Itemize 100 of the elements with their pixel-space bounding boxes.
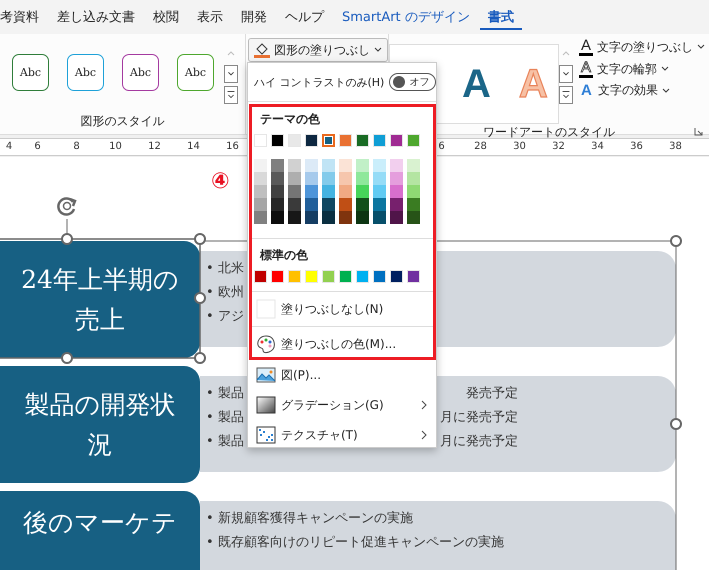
- color-swatch[interactable]: [407, 185, 420, 198]
- color-swatch[interactable]: [390, 198, 403, 211]
- bullet-text: • 欧州: [206, 284, 244, 301]
- color-swatch[interactable]: [271, 185, 284, 198]
- resize-handle[interactable]: [670, 235, 682, 247]
- color-swatch[interactable]: [305, 211, 318, 224]
- shape-title-text: 売上: [75, 304, 125, 336]
- color-swatch[interactable]: [288, 159, 301, 172]
- text-command-button[interactable]: A 文字の効果: [579, 82, 706, 99]
- ruler-number: 38: [668, 140, 683, 154]
- color-swatch[interactable]: [390, 185, 403, 198]
- color-swatch[interactable]: [288, 172, 301, 185]
- gradient-square-icon: [256, 396, 276, 414]
- color-swatch[interactable]: [254, 159, 267, 172]
- menu-item[interactable]: 塗りつぶしなし(N): [252, 296, 433, 322]
- menu-item[interactable]: テクスチャ(T): [248, 420, 436, 450]
- color-swatch[interactable]: [271, 159, 284, 172]
- color-swatch[interactable]: [254, 185, 267, 198]
- color-swatch[interactable]: [271, 211, 284, 224]
- text-command-button[interactable]: A 文字の塗りつぶし: [579, 38, 706, 56]
- color-swatch[interactable]: [373, 185, 386, 198]
- color-swatch[interactable]: [373, 211, 386, 224]
- ribbon-tab[interactable]: 差し込み文書: [49, 4, 143, 30]
- bullet-text: • 製品: [206, 409, 244, 426]
- color-swatch[interactable]: [322, 211, 335, 224]
- color-swatch[interactable]: [356, 172, 369, 185]
- color-swatch[interactable]: [305, 198, 318, 211]
- shape-title-text: 24年上半期の: [21, 264, 179, 296]
- ribbon-tab[interactable]: 開発: [233, 4, 275, 30]
- color-swatch[interactable]: [373, 198, 386, 211]
- resize-handle[interactable]: [194, 352, 206, 364]
- color-swatch[interactable]: [254, 172, 267, 185]
- color-swatch[interactable]: [322, 172, 335, 185]
- color-swatch[interactable]: [339, 172, 352, 185]
- color-swatch[interactable]: [390, 211, 403, 224]
- ribbon-tab[interactable]: 書式: [480, 4, 522, 30]
- ribbon-tab[interactable]: 表示: [189, 4, 231, 30]
- title-shape[interactable]: 後のマーケテ: [0, 491, 200, 570]
- color-swatch[interactable]: [288, 211, 301, 224]
- wordart-preset[interactable]: A: [462, 62, 491, 106]
- color-swatch[interactable]: [288, 198, 301, 211]
- caret-icon: [661, 66, 670, 72]
- shape-style-preset[interactable]: Abc: [12, 54, 49, 91]
- title-shape[interactable]: 製品の開発状 況: [0, 366, 200, 483]
- color-swatch[interactable]: [305, 185, 318, 198]
- high-contrast-toggle[interactable]: オフ: [389, 73, 436, 91]
- color-swatch[interactable]: [373, 172, 386, 185]
- color-swatch[interactable]: [322, 198, 335, 211]
- color-swatch[interactable]: [271, 172, 284, 185]
- color-swatch[interactable]: [390, 172, 403, 185]
- color-swatch[interactable]: [407, 211, 420, 224]
- ribbon-tab[interactable]: 校閲: [145, 4, 187, 30]
- more-icon[interactable]: [559, 86, 573, 104]
- color-swatch[interactable]: [356, 198, 369, 211]
- color-swatch[interactable]: [305, 172, 318, 185]
- resize-handle[interactable]: [61, 352, 73, 364]
- bullet-shape[interactable]: • 新規顧客獲得キャンペーンの実施 • 既存顧客向けのリピート促進キャンペーンの実施: [200, 501, 676, 570]
- color-swatch[interactable]: [339, 185, 352, 198]
- color-swatch[interactable]: [339, 211, 352, 224]
- more-icon[interactable]: [224, 86, 238, 104]
- ruler-number: 14: [186, 140, 201, 154]
- ruler-number: 16: [225, 140, 240, 154]
- color-swatch[interactable]: [356, 211, 369, 224]
- title-shape[interactable]: 24年上半期の 売上: [0, 241, 200, 358]
- color-swatch[interactable]: [254, 198, 267, 211]
- color-swatch[interactable]: [407, 159, 420, 172]
- shape-title-text: 後のマーケテ: [23, 507, 177, 539]
- color-swatch[interactable]: [254, 211, 267, 224]
- ribbon-tab[interactable]: 考資料: [0, 4, 47, 30]
- color-swatch[interactable]: [407, 198, 420, 211]
- resize-handle[interactable]: [194, 292, 206, 304]
- color-swatch[interactable]: [339, 159, 352, 172]
- resize-handle[interactable]: [670, 418, 682, 430]
- resize-handle[interactable]: [61, 233, 73, 245]
- color-swatch[interactable]: [356, 159, 369, 172]
- color-swatch[interactable]: [407, 172, 420, 185]
- menu-item[interactable]: グラデーション(G): [248, 390, 436, 420]
- color-swatch[interactable]: [288, 185, 301, 198]
- color-swatch[interactable]: [271, 198, 284, 211]
- resize-handle[interactable]: [194, 233, 206, 245]
- shape-fill-button[interactable]: 図形の塗りつぶし: [248, 38, 388, 62]
- text-command-button[interactable]: A 文字の輪郭: [579, 60, 706, 78]
- color-swatch[interactable]: [339, 198, 352, 211]
- dialog-launcher-icon[interactable]: [694, 127, 703, 136]
- color-swatch[interactable]: [322, 134, 335, 147]
- ruler-number: 28: [473, 140, 488, 154]
- color-swatch[interactable]: [373, 159, 386, 172]
- color-swatch[interactable]: [322, 185, 335, 198]
- color-swatch[interactable]: [305, 159, 318, 172]
- group-label: ワードアートのスタイル: [483, 124, 615, 141]
- shape-title-text: 製品の開発状: [24, 388, 176, 420]
- ribbon-tab[interactable]: ヘルプ: [277, 4, 332, 30]
- color-swatch[interactable]: [322, 159, 335, 172]
- shape-style-preset[interactable]: Abc: [177, 54, 214, 91]
- ribbon-tab[interactable]: SmartArt のデザイン: [334, 4, 478, 30]
- color-swatch[interactable]: [356, 185, 369, 198]
- color-swatch[interactable]: [390, 159, 403, 172]
- shape-style-preset[interactable]: Abc: [67, 54, 104, 91]
- section-heading: テーマの色: [259, 111, 321, 128]
- shape-style-preset[interactable]: Abc: [122, 54, 159, 91]
